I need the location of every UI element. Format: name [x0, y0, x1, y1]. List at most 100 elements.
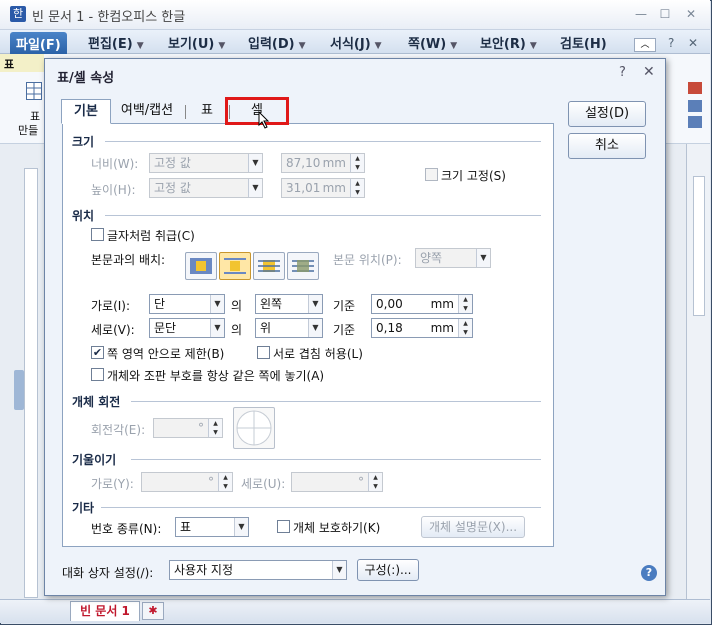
title-bar: 한 빈 문서 1 - 한컴오피스 한글 — ☐ ✕ — [0, 0, 710, 30]
menu-page[interactable]: 쪽(W) ▼ — [408, 33, 457, 52]
vertical-ruler — [24, 168, 38, 598]
horizontal-of-label: 의 — [231, 299, 243, 313]
body-position-select: 양쪽 ▼ — [415, 248, 491, 268]
vertical-of-label: 의 — [231, 323, 243, 337]
protect-object-label: 개체 보호하기(K) — [293, 521, 381, 535]
vertical-offset-stepper[interactable]: 0,18 mm ▲ ▼ — [371, 318, 473, 338]
menu-edit[interactable]: 편집(E) ▼ — [88, 33, 144, 52]
size-lock-checkbox[interactable] — [425, 168, 438, 181]
height-mode-select: 고정 값 ▼ — [149, 178, 263, 198]
rotation-dial-icon — [236, 410, 272, 446]
height-label: 높이(H): — [91, 183, 136, 197]
horizontal-basis-label: 기준 — [333, 299, 356, 313]
doc-close-icon[interactable]: ✕ — [688, 36, 698, 50]
dropdown-arrow-icon: ▼ — [298, 41, 306, 51]
minimize-button[interactable]: — — [632, 7, 650, 21]
dialog-help-icon[interactable]: ? — [619, 65, 626, 80]
dropdown-arrow-icon: ▼ — [218, 41, 226, 51]
maximize-button[interactable]: ☐ — [656, 7, 674, 21]
dropdown-arrow-icon: ▼ — [210, 295, 224, 313]
sidebar-toggle-handle[interactable] — [14, 370, 24, 410]
new-tab-icon[interactable]: ✱ — [142, 602, 164, 620]
skew-vertical-stepper: ° ▲ ▼ — [291, 472, 383, 492]
horizontal-ref-select[interactable]: 단 ▼ — [149, 294, 225, 314]
document-tab[interactable]: 빈 문서 1 — [70, 601, 140, 621]
vertical-ref-select[interactable]: 문단 ▼ — [149, 318, 225, 338]
divider — [131, 459, 541, 460]
menu-security[interactable]: 보안(R) ▼ — [480, 33, 537, 52]
help-icon[interactable]: ? — [668, 36, 674, 50]
divider — [101, 507, 541, 508]
wrap-topbottom-button[interactable] — [219, 252, 251, 280]
menu-insert[interactable]: 입력(D) ▼ — [248, 33, 306, 52]
dialog-settings-select[interactable]: 사용자 지정 ▼ — [169, 560, 347, 580]
wrap-behind-button[interactable] — [253, 252, 285, 280]
menu-bar: 파일(F) 편집(E) ▼ 보기(U) ▼ 입력(D) ▼ 서식(J) ▼ 쪽(W) ▼ … — [0, 30, 710, 74]
treat-as-char-label: 글자처럼 취급(C) — [107, 229, 195, 243]
vertical-align-select[interactable]: 위 ▼ — [255, 318, 323, 338]
wrap-square-button[interactable] — [185, 252, 217, 280]
dropdown-arrow-icon: ▼ — [374, 41, 382, 51]
menu-format[interactable]: 서식(J) ▼ — [330, 33, 382, 52]
width-value-stepper: 87,10 mm ▲ ▼ — [281, 153, 365, 173]
tab-table[interactable]: 표 — [195, 99, 219, 124]
dropdown-arrow-icon: ▼ — [308, 295, 322, 313]
window-title: 빈 문서 1 - 한컴오피스 한글 — [32, 10, 186, 25]
spin-arrows-icon: ▲ ▼ — [208, 419, 222, 437]
configure-button[interactable]: 구성(:)... — [357, 559, 419, 581]
table-grid-icon — [26, 82, 42, 100]
section-etc: 기타 — [72, 501, 95, 515]
spin-arrows-icon: ▲ ▼ — [350, 154, 364, 172]
context-tab-table[interactable]: 표 — [0, 54, 44, 72]
wrap-label: 본문과의 배치: — [91, 253, 166, 267]
menu-view[interactable]: 보기(U) ▼ — [168, 33, 226, 52]
cancel-button[interactable]: 취소 — [568, 133, 646, 159]
allow-overlap-checkbox[interactable] — [257, 346, 270, 359]
size-lock-label: 크기 고정(S) — [441, 169, 506, 183]
tab-margin-caption[interactable]: 여백/캡션 — [113, 99, 181, 124]
mouse-cursor-icon — [258, 111, 270, 129]
rotation-angle-label: 회전각(E): — [91, 423, 146, 437]
limit-page-label: 쪽 영역 안으로 제한(B) — [107, 347, 225, 361]
ribbon-collapse-button[interactable]: ︿ — [634, 38, 656, 52]
table-cell-properties-dialog: 표/셀 속성 ? ✕ 기본 여백/캡션 표 셀 설정(D) 취소 크기 너비(W… — [44, 58, 666, 596]
dialog-close-icon[interactable]: ✕ — [643, 64, 655, 80]
same-page-label: 개체와 조판 부호를 항상 같은 쪽에 놓기(A) — [107, 369, 325, 383]
scroll-thumb[interactable] — [693, 176, 705, 316]
skew-horizontal-stepper: ° ▲ ▼ — [141, 472, 233, 492]
dropdown-arrow-icon: ▼ — [529, 41, 537, 51]
tab-basic[interactable]: 기본 — [61, 99, 111, 124]
wrap-topbottom-icon — [224, 258, 246, 274]
treat-as-char-checkbox[interactable] — [91, 228, 104, 241]
spin-arrows-icon: ▲ ▼ — [218, 473, 232, 491]
spin-arrows-icon[interactable]: ▲ ▼ — [458, 319, 472, 337]
wrap-front-button[interactable] — [287, 252, 319, 280]
divider — [105, 141, 541, 142]
spin-arrows-icon[interactable]: ▲ ▼ — [458, 295, 472, 313]
menu-review[interactable]: 검토(H) — [560, 33, 607, 52]
dropdown-arrow-icon: ▼ — [248, 179, 262, 197]
wrap-front-icon — [292, 260, 314, 272]
ribbon-label-2: 만들 — [18, 124, 39, 137]
spin-arrows-icon: ▲ ▼ — [350, 179, 364, 197]
close-button[interactable]: ✕ — [682, 7, 700, 21]
ok-button[interactable]: 설정(D) — [568, 101, 646, 127]
wrap-square-icon — [190, 258, 212, 274]
vertical-scrollbar[interactable] — [686, 144, 710, 599]
cell-tab-highlight-box — [225, 97, 289, 125]
horizontal-align-select[interactable]: 왼쪽 ▼ — [255, 294, 323, 314]
protect-object-checkbox[interactable] — [277, 520, 290, 533]
same-page-checkbox[interactable] — [91, 368, 104, 381]
limit-page-checkbox[interactable]: ✔ — [91, 346, 104, 359]
horizontal-offset-stepper[interactable]: 0,00 mm ▲ ▼ — [371, 294, 473, 314]
body-position-label: 본문 위치(P): — [333, 253, 402, 267]
rotation-dial — [233, 407, 275, 449]
menu-file[interactable]: 파일(F) — [10, 32, 67, 54]
dropdown-arrow-icon: ▼ — [234, 518, 248, 536]
section-rotation: 개체 회전 — [72, 395, 121, 409]
numbering-select[interactable]: 표 ▼ — [175, 517, 249, 537]
dropdown-arrow-icon: ▼ — [308, 319, 322, 337]
rotation-angle-stepper: ° ▲ ▼ — [153, 418, 223, 438]
width-label: 너비(W): — [91, 157, 139, 171]
dialog-help-circle-icon[interactable]: ? — [641, 565, 657, 581]
